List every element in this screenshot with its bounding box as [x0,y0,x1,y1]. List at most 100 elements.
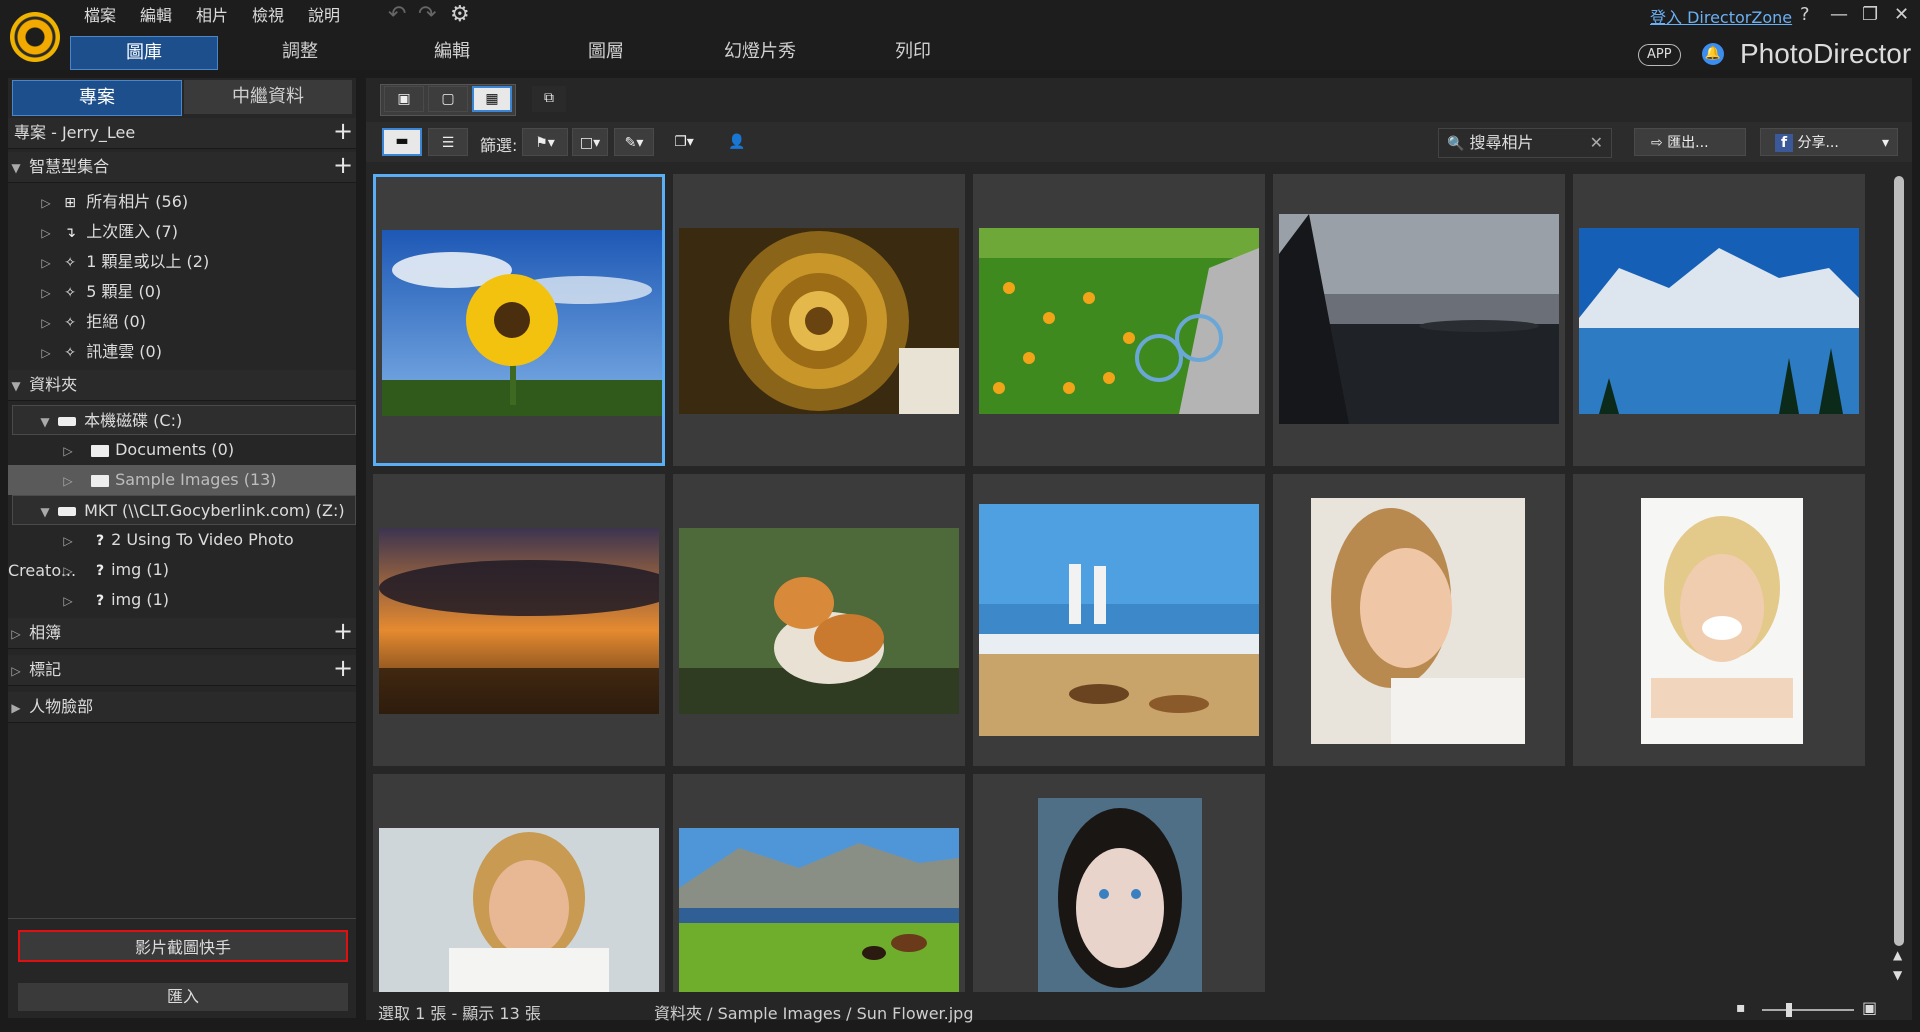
photo-cell[interactable] [673,474,965,766]
collapse-triangle-icon[interactable]: ▼ [37,497,53,527]
menu-photo[interactable]: 相片 [196,2,228,25]
tab-project[interactable]: 專案 [12,80,182,116]
full-view-icon[interactable]: ▣ [384,86,424,112]
stack-dropdown-icon[interactable]: ❐▾ [666,128,702,156]
photo-cell[interactable] [1573,174,1865,466]
share-button[interactable]: f 分享... ▾ [1760,128,1898,156]
photo-cell[interactable] [673,174,965,466]
clear-search-icon[interactable]: ✕ [1590,129,1603,157]
albums-header[interactable]: ▷ 相簿 + [8,618,356,649]
tab-slideshow[interactable]: 幻燈片秀 [700,36,820,68]
expand-triangle-icon[interactable]: ▷ [38,278,54,308]
tab-edit[interactable]: 編輯 [392,36,512,68]
search-input[interactable]: 🔍 搜尋相片 ✕ [1438,128,1612,158]
expand-triangle-icon[interactable]: ▷ [60,586,76,616]
folders-header[interactable]: ▼ 資料夾 [8,370,356,401]
single-view-icon[interactable]: ▢ [428,86,468,112]
expand-triangle-icon[interactable]: ▷ [60,526,76,556]
folder-z-item[interactable]: ▷ ? img (1) [8,585,356,615]
photo-cell[interactable] [673,774,965,992]
menu-edit[interactable]: 編輯 [140,2,172,25]
photo-cell[interactable] [973,474,1265,766]
restore-button[interactable]: ❐ [1862,4,1878,25]
collapse-triangle-icon[interactable]: ▼ [8,371,24,401]
add-project-icon[interactable]: + [333,118,353,144]
expand-triangle-icon[interactable]: ▷ [38,218,54,248]
expand-triangle-icon[interactable]: ▷ [38,188,54,218]
folder-documents[interactable]: ▷ Documents (0) [8,435,356,465]
tags-header[interactable]: ▷ 標記 + [8,655,356,686]
filter-edit-dropdown[interactable]: ✎▾ [614,128,654,156]
filter-color-dropdown[interactable]: □▾ [572,128,608,156]
app-badge[interactable]: APP [1638,44,1681,66]
expand-triangle-icon[interactable]: ▷ [38,308,54,338]
compare-view-icon[interactable]: ⧉ [532,86,566,112]
add-person-icon[interactable]: 👤 [722,128,752,156]
import-button[interactable]: 匯入 [18,983,348,1011]
folder-z-item[interactable]: ▷ ? 2 Using To Video Photo Creato... [8,525,356,580]
close-button[interactable]: ✕ [1894,4,1909,25]
smart-item-all-photos[interactable]: ▷ ⊞ 所有相片 (56) [8,187,356,217]
tab-layers[interactable]: 圖層 [546,36,666,68]
scroll-up-icon[interactable]: ▲ [1893,948,1902,962]
collapse-triangle-icon[interactable]: ▼ [8,153,24,183]
add-album-icon[interactable]: + [333,618,353,644]
photo-cell-selected[interactable] [373,174,665,466]
small-thumb-icon[interactable]: ▪ [1736,1000,1746,1016]
list-view-icon[interactable]: ☰ [428,128,468,156]
smart-item-five-star[interactable]: ▷ ✧ 5 顆星 (0) [8,277,356,307]
menu-view[interactable]: 檢視 [252,2,284,25]
zoom-slider-handle[interactable] [1786,1003,1792,1017]
drive-c[interactable]: ▼ 本機磁碟 (C:) [12,405,356,435]
expand-triangle-icon[interactable]: ▷ [38,338,54,368]
help-button[interactable]: ? [1800,4,1810,25]
photo-cell[interactable] [373,474,665,766]
notification-bell-icon[interactable]: 🔔 [1702,43,1724,65]
folder-z-item[interactable]: ▷ ? img (1) [8,555,356,585]
menu-help[interactable]: 說明 [308,2,340,25]
grid-view-icon[interactable]: ▦ [472,86,512,112]
smart-item-rejected[interactable]: ▷ ✧ 拒絕 (0) [8,307,356,337]
expand-triangle-icon[interactable]: ▷ [8,656,24,686]
photo-cell[interactable] [1273,174,1565,466]
vertical-scrollbar[interactable] [1894,176,1904,946]
tab-adjust[interactable]: 調整 [240,36,360,68]
large-thumb-icon[interactable]: ▣ [1862,998,1877,1017]
undo-icon[interactable]: ↶ [388,2,406,27]
photo-cell[interactable] [973,174,1265,466]
scroll-down-icon[interactable]: ▼ [1893,968,1902,982]
tab-metadata[interactable]: 中繼資料 [184,80,352,114]
add-tag-icon[interactable]: + [333,655,353,681]
smart-item-last-import[interactable]: ▷ ↴ 上次匯入 (7) [8,217,356,247]
expand-triangle-icon[interactable]: ▷ [60,556,76,586]
settings-gear-icon[interactable]: ⚙ [450,2,470,27]
minimize-button[interactable]: — [1830,4,1848,25]
photo-cell[interactable] [1273,474,1565,766]
add-smart-collection-icon[interactable]: + [333,152,353,178]
expand-triangle-icon[interactable]: ▶ [8,693,24,723]
collapse-triangle-icon[interactable]: ▼ [37,407,53,437]
people-header[interactable]: ▶ 人物臉部 [8,692,356,723]
expand-triangle-icon[interactable]: ▷ [38,248,54,278]
smart-collection-header[interactable]: ▼ 智慧型集合 + [8,152,356,183]
tab-library[interactable]: 圖庫 [70,36,218,70]
photo-cell[interactable] [973,774,1265,992]
share-dropdown-icon[interactable]: ▾ [1882,129,1889,157]
login-directorzone-link[interactable]: 登入 DirectorZone [1650,4,1792,28]
drive-z[interactable]: ▼ MKT (\\CLT.Gocyberlink.com) (Z:) [12,495,356,525]
menu-file[interactable]: 檔案 [84,2,116,25]
video-snapshot-button[interactable]: 影片截圖快手 [18,930,348,962]
smart-item-one-star[interactable]: ▷ ✧ 1 顆星或以上 (2) [8,247,356,277]
expand-triangle-icon[interactable]: ▷ [8,619,24,649]
photo-cell[interactable] [1573,474,1865,766]
expand-triangle-icon[interactable]: ▷ [60,466,76,496]
folder-sample-images[interactable]: ▷ Sample Images (13) [8,465,356,495]
redo-icon[interactable]: ↷ [418,2,436,27]
tab-print[interactable]: 列印 [853,36,973,68]
thumbnail-size-icon[interactable]: ▬ [382,128,422,156]
zoom-slider[interactable] [1762,1009,1854,1011]
expand-triangle-icon[interactable]: ▷ [60,436,76,466]
smart-item-cloud[interactable]: ▷ ✧ 訊連雲 (0) [8,337,356,367]
filter-flag-dropdown[interactable]: ⚑▾ [522,128,568,156]
export-button[interactable]: ⇨ 匯出... [1634,128,1746,156]
